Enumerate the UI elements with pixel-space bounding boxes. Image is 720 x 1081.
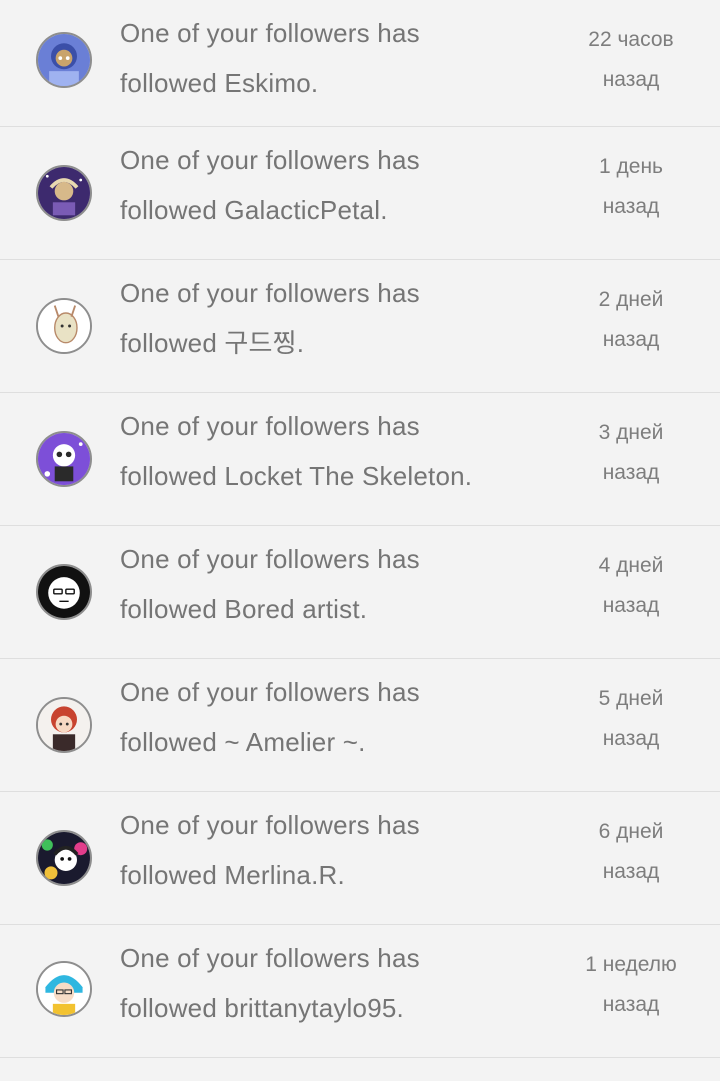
notification-text: One of your followers has followed ~ Ame… <box>120 667 540 767</box>
notification-text: One of your followers has followed britt… <box>120 933 540 1033</box>
avatar-merlina-icon[interactable] <box>36 830 92 886</box>
timestamp-ago: назад <box>602 195 660 218</box>
notification-text-line1: One of your followers has <box>120 810 420 840</box>
notification-text-line2: followed Eskimo. <box>120 68 319 98</box>
notification-text: One of your followers has followed Merli… <box>120 800 540 900</box>
timestamp-amount: 4 дней <box>598 554 664 577</box>
timestamp-amount: 5 дней <box>598 687 664 710</box>
timestamp-ago: назад <box>602 594 660 617</box>
timestamp-ago: назад <box>602 68 660 91</box>
notification-timestamp: 1 неделю назад <box>560 945 702 1025</box>
notification-list: One of your followers has followed Eskim… <box>0 0 720 1058</box>
notification-timestamp: 6 дней назад <box>560 812 702 892</box>
notification-timestamp: 22 часов назад <box>560 20 702 100</box>
notification-item[interactable]: One of your followers has followed ~ Ame… <box>0 659 720 792</box>
notification-timestamp: 2 дней назад <box>560 280 702 360</box>
notification-text-line2: followed Locket The Skeleton. <box>120 461 473 491</box>
notification-text: One of your followers has followed Galac… <box>120 135 540 235</box>
timestamp-amount: 3 дней <box>598 421 664 444</box>
notification-text-line1: One of your followers has <box>120 943 420 973</box>
notification-timestamp: 3 дней назад <box>560 413 702 493</box>
notification-text: One of your followers has followed Eskim… <box>120 8 540 108</box>
notification-item[interactable]: One of your followers has followed Galac… <box>0 127 720 260</box>
notification-item[interactable]: One of your followers has followed Eskim… <box>0 0 720 127</box>
notification-text: One of your followers has followed Locke… <box>120 401 540 501</box>
notification-item[interactable]: One of your followers has followed 구드찡. … <box>0 260 720 393</box>
notification-text-line2: followed ~ Amelier ~. <box>120 727 366 757</box>
notification-timestamp: 4 дней назад <box>560 546 702 626</box>
avatar-brittanytaylo95-icon[interactable] <box>36 961 92 1017</box>
avatar-amelier-icon[interactable] <box>36 697 92 753</box>
notification-item[interactable]: One of your followers has followed Bored… <box>0 526 720 659</box>
notification-text: One of your followers has followed 구드찡. <box>120 268 540 368</box>
notification-text-line1: One of your followers has <box>120 544 420 574</box>
avatar-galacticpetal-icon[interactable] <box>36 165 92 221</box>
notification-item[interactable]: One of your followers has followed Merli… <box>0 792 720 925</box>
notification-text-line1: One of your followers has <box>120 18 420 48</box>
notification-text-line2: followed Merlina.R. <box>120 860 345 890</box>
timestamp-ago: назад <box>602 993 660 1016</box>
notification-text-line2: followed 구드찡. <box>120 328 305 358</box>
timestamp-amount: 2 дней <box>598 288 664 311</box>
notification-item[interactable]: One of your followers has followed Locke… <box>0 393 720 526</box>
notification-text-line2: followed GalacticPetal. <box>120 195 388 225</box>
timestamp-ago: назад <box>602 461 660 484</box>
notification-item[interactable]: One of your followers has followed britt… <box>0 925 720 1058</box>
avatar-locket-icon[interactable] <box>36 431 92 487</box>
notification-text-line1: One of your followers has <box>120 278 420 308</box>
timestamp-ago: назад <box>602 860 660 883</box>
timestamp-amount: 22 часов <box>588 28 674 51</box>
notification-text-line2: followed brittanytaylo95. <box>120 993 404 1023</box>
avatar-gudeujjing-icon[interactable] <box>36 298 92 354</box>
timestamp-ago: назад <box>602 727 660 750</box>
notification-text-line1: One of your followers has <box>120 411 420 441</box>
notification-text: One of your followers has followed Bored… <box>120 534 540 634</box>
timestamp-amount: 1 неделю <box>585 953 677 976</box>
notification-timestamp: 1 день назад <box>560 147 702 227</box>
notification-text-line1: One of your followers has <box>120 677 420 707</box>
notification-text-line1: One of your followers has <box>120 145 420 175</box>
notification-timestamp: 5 дней назад <box>560 679 702 759</box>
notification-text-line2: followed Bored artist. <box>120 594 368 624</box>
avatar-bored-artist-icon[interactable] <box>36 564 92 620</box>
timestamp-amount: 1 день <box>599 155 663 178</box>
timestamp-ago: назад <box>602 328 660 351</box>
avatar-eskimo-icon[interactable] <box>36 32 92 88</box>
timestamp-amount: 6 дней <box>598 820 664 843</box>
